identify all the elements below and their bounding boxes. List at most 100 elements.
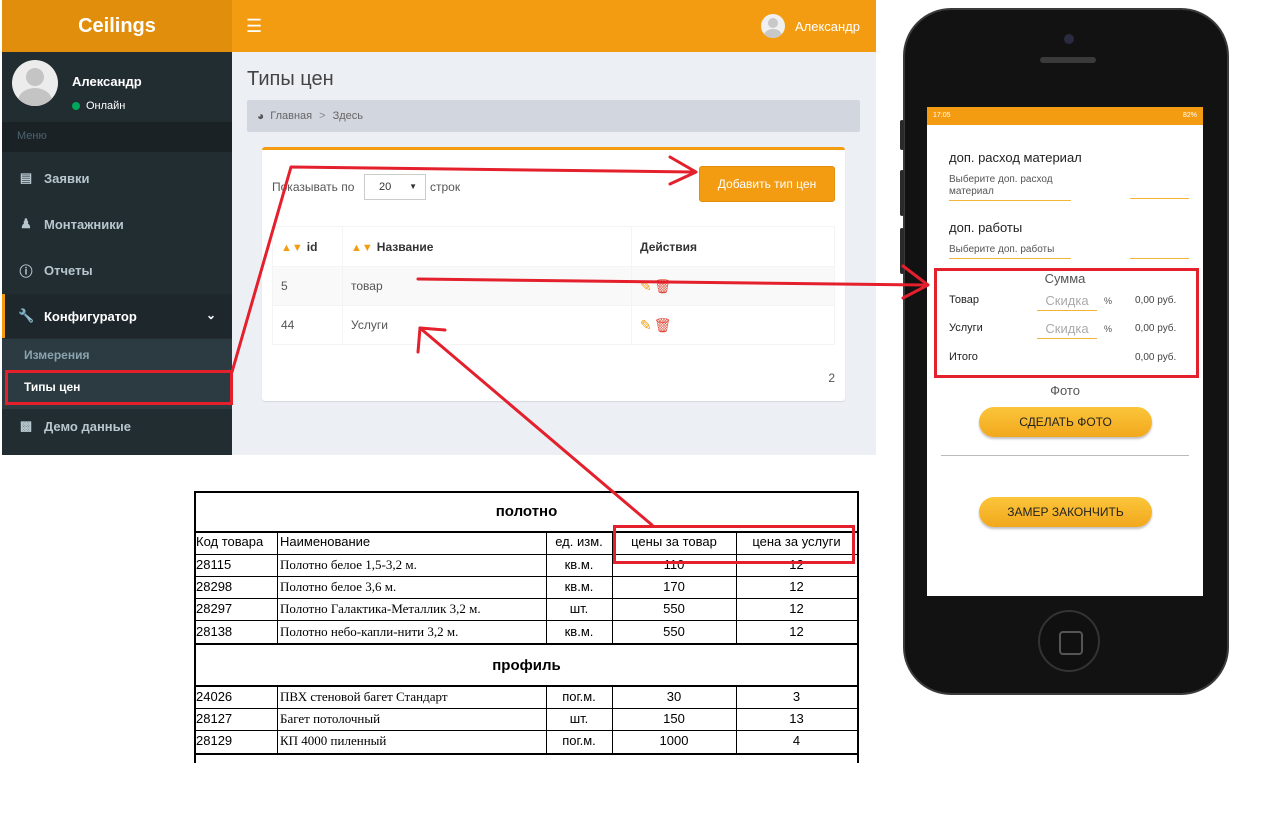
info-icon: ⓘ bbox=[19, 263, 33, 279]
top-user-menu[interactable]: Александр bbox=[760, 14, 860, 38]
top-navbar: ☰ Александр bbox=[232, 0, 876, 52]
cell-name: Полотно Галактика-Металлик 3,2 м. bbox=[280, 601, 481, 616]
mute-switch bbox=[900, 120, 904, 150]
edit-icon[interactable]: ✎ bbox=[640, 278, 652, 294]
cell-name: Багет потолочный bbox=[280, 711, 381, 726]
section-title-profile: профиль bbox=[492, 657, 561, 674]
sheet-column-rule bbox=[546, 531, 547, 644]
cell-actions: ✎ 🗑 bbox=[631, 305, 835, 345]
cell-service-price: 12 bbox=[789, 579, 804, 594]
pagination[interactable]: 2 bbox=[828, 371, 835, 385]
header-code: Код товара bbox=[196, 534, 264, 549]
cell-id: 5 bbox=[272, 266, 343, 306]
volume-up-button bbox=[900, 170, 904, 216]
cell-name: Полотно небо-капли-нити 3,2 м. bbox=[280, 624, 459, 639]
cell-service-price: 4 bbox=[792, 733, 801, 748]
header-name: Наименование bbox=[280, 534, 371, 549]
section-title-canvas: полотно bbox=[495, 503, 558, 520]
breadcrumb: ◕ Главная > Здесь bbox=[247, 100, 860, 132]
column-header-actions: Действия bbox=[631, 226, 835, 267]
sheet-rule bbox=[194, 643, 859, 645]
submenu-item-measurements[interactable]: Измерения bbox=[24, 348, 89, 362]
extra-material-label: доп. расход материал bbox=[949, 150, 1082, 165]
sidebar-item-orders[interactable]: ▤ Заявки bbox=[2, 156, 232, 200]
cell-name: Полотно белое 1,5-3,2 м. bbox=[280, 557, 417, 572]
cell-goods-price: 1000 bbox=[659, 733, 689, 748]
clipboard-icon: ▤ bbox=[19, 170, 33, 185]
cell-code: 28115 bbox=[196, 557, 232, 572]
sidebar-user-name: Александр bbox=[72, 74, 142, 89]
page-size-select[interactable]: 20 ▼ bbox=[364, 174, 426, 200]
cell-name: ПВХ стеновой багет Стандарт bbox=[280, 689, 448, 704]
cell-unit: кв.м. bbox=[564, 557, 594, 572]
dashboard-icon: ◕ bbox=[257, 109, 265, 123]
page-size-value: 20 bbox=[379, 181, 392, 193]
cell-unit: кв.м. bbox=[564, 624, 594, 639]
extra-work-label: доп. работы bbox=[949, 220, 1023, 235]
cell-service-price: 12 bbox=[789, 624, 804, 639]
top-user-name: Александр bbox=[794, 18, 860, 34]
online-dot-icon bbox=[72, 102, 80, 110]
take-photo-button[interactable]: СДЕЛАТЬ ФОТО bbox=[979, 407, 1152, 437]
cell-service-price: 12 bbox=[789, 601, 804, 616]
id-card-icon: ▩ bbox=[19, 418, 33, 433]
cell-actions: ✎ 🗑 bbox=[631, 266, 835, 306]
add-price-type-button[interactable]: Добавить тип цен bbox=[699, 166, 835, 202]
cell-unit: пог.м. bbox=[562, 733, 596, 748]
sheet-column-rule bbox=[612, 685, 613, 754]
table-row: 5 товар ✎ 🗑 bbox=[272, 266, 835, 306]
sheet-column-rule bbox=[546, 685, 547, 754]
cell-goods-price: 30 bbox=[666, 689, 682, 704]
breadcrumb-home[interactable]: Главная bbox=[270, 110, 312, 122]
cell-goods-price: 170 bbox=[663, 579, 685, 594]
online-status-text: Онлайн bbox=[86, 100, 126, 112]
header-unit: ед. изм. bbox=[555, 534, 603, 549]
cell-unit: кв.м. bbox=[564, 579, 594, 594]
page-size-label: Показывать по bbox=[272, 180, 355, 194]
cell-unit: шт. bbox=[569, 601, 589, 616]
extra-work-qty-field[interactable] bbox=[1130, 258, 1189, 259]
cell-goods-price: 150 bbox=[663, 711, 685, 726]
breadcrumb-current: Здесь bbox=[332, 110, 363, 122]
price-types-box: Показывать по 20 ▼ строк Добавить тип це… bbox=[262, 147, 845, 401]
table-row: 44 Услуги ✎ 🗑 bbox=[272, 305, 835, 345]
brand-logo[interactable]: Ceilings bbox=[2, 0, 232, 52]
speaker-grille bbox=[1040, 57, 1096, 63]
cell-code: 28298 bbox=[196, 579, 233, 594]
sidebar-user-panel: Александр Онлайн bbox=[12, 60, 222, 112]
page-title: Типы цен bbox=[247, 68, 334, 90]
sidebar-item-installers[interactable]: ♟ Монтажники bbox=[2, 202, 232, 246]
cell-code: 28297 bbox=[196, 601, 233, 616]
sheet-column-rule bbox=[277, 531, 278, 644]
cell-id: 44 bbox=[272, 305, 343, 345]
hamburger-menu-icon[interactable]: ☰ bbox=[246, 16, 262, 36]
extra-material-select[interactable]: Выберите доп. расход материал bbox=[949, 174, 1071, 201]
column-header-id[interactable]: ▲▼ id bbox=[272, 226, 343, 267]
sort-icon: ▲▼ bbox=[351, 241, 373, 254]
cell-name: Услуги bbox=[342, 305, 632, 345]
caret-down-icon: ▼ bbox=[409, 182, 417, 191]
sidebar-item-reports[interactable]: ⓘ Отчеты bbox=[2, 248, 232, 292]
extra-work-select[interactable]: Выберите доп. работы bbox=[949, 244, 1071, 259]
sidebar-item-demo-data[interactable]: ▩ Демо данные bbox=[2, 404, 232, 448]
trash-icon[interactable]: 🗑 bbox=[654, 317, 672, 333]
cell-service-price: 3 bbox=[792, 689, 801, 704]
screen-divider bbox=[941, 455, 1189, 456]
cell-unit: пог.м. bbox=[562, 689, 596, 704]
sidebar-item-label: Отчеты bbox=[44, 262, 93, 278]
home-button[interactable] bbox=[1038, 610, 1100, 672]
user-avatar-icon bbox=[760, 14, 785, 38]
chevron-down-icon: ⌄ bbox=[205, 308, 216, 322]
extra-material-qty-field[interactable] bbox=[1130, 198, 1189, 199]
trash-icon[interactable]: 🗑 bbox=[654, 278, 672, 294]
sidebar-item-configurator[interactable]: 🔧 Конфигуратор ⌄ bbox=[2, 294, 232, 338]
price-types-table: ▲▼ id ▲▼ Название Действия 5 товар ✎ 🗑 44 У… bbox=[272, 226, 835, 345]
column-header-name[interactable]: ▲▼ Название bbox=[342, 226, 632, 267]
menu-header: Меню bbox=[2, 122, 232, 152]
annotation-box-price-columns bbox=[613, 525, 855, 564]
cell-goods-price: 550 bbox=[663, 624, 685, 639]
status-time: 17:05 bbox=[933, 112, 951, 119]
avatar bbox=[12, 60, 58, 106]
edit-icon[interactable]: ✎ bbox=[640, 317, 652, 333]
finish-measurement-button[interactable]: ЗАМЕР ЗАКОНЧИТЬ bbox=[979, 497, 1152, 527]
